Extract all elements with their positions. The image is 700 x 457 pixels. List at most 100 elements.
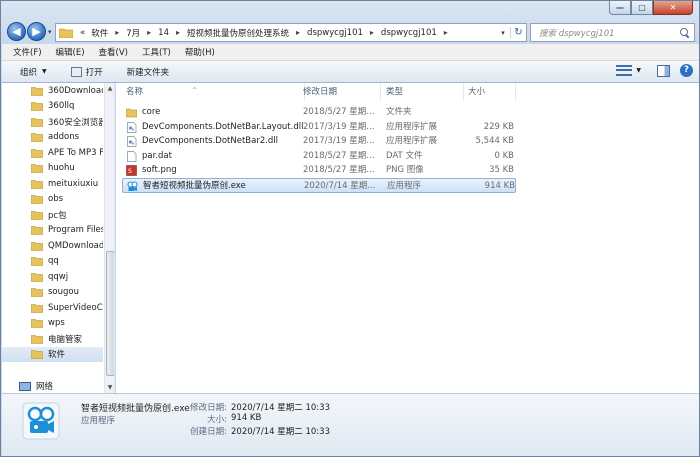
sidebar-item[interactable]: 360安全浏览器 xyxy=(2,114,103,130)
scroll-up-icon[interactable]: ▲ xyxy=(105,83,114,94)
file-name: 智者短视频批量伪原创.exe xyxy=(143,181,246,191)
menu-tools[interactable]: 工具(T) xyxy=(135,46,178,58)
folder-icon xyxy=(31,319,43,329)
back-arrow-icon[interactable]: ◀ xyxy=(7,22,26,41)
sidebar-item[interactable]: 软件 xyxy=(2,346,103,362)
file-row[interactable]: DevComponents.DotNetBar2.dll 2017/3/19 星期… xyxy=(122,134,516,149)
breadcrumb-item[interactable]: 7月 xyxy=(123,24,143,41)
open-icon xyxy=(70,66,82,77)
sidebar-item-label: 软件 xyxy=(48,350,66,361)
svg-text:S: S xyxy=(128,168,132,175)
details-file-type: 应用程序 xyxy=(81,416,116,426)
address-dropdown-icon[interactable]: ▾ xyxy=(496,29,510,37)
file-row[interactable]: core 2018/5/27 星期... 文件夹 xyxy=(122,105,516,120)
sidebar-item[interactable]: 电脑管家 xyxy=(2,331,103,347)
breadcrumb-overflow[interactable]: « xyxy=(77,24,88,41)
search-icon[interactable] xyxy=(680,27,690,38)
breadcrumb-separator[interactable]: ▸ xyxy=(143,28,155,37)
breadcrumb-separator[interactable]: ▸ xyxy=(172,28,184,37)
maximize-button[interactable]: □ xyxy=(631,1,653,15)
breadcrumb-item[interactable]: 软件 xyxy=(88,24,111,41)
sidebar-item[interactable]: sougou xyxy=(2,285,103,301)
sidebar-item-network[interactable]: 网络 xyxy=(2,379,103,393)
file-size: 35 KB xyxy=(489,165,514,176)
breadcrumb-item[interactable]: 14 xyxy=(155,24,172,41)
breadcrumb-separator[interactable]: ▸ xyxy=(440,28,452,37)
column-header-size[interactable]: 大小 xyxy=(464,83,516,101)
sidebar-item[interactable]: qq xyxy=(2,254,103,270)
sidebar-item[interactable]: APE To MP3 F xyxy=(2,145,103,161)
view-controls: ▼ ? xyxy=(616,64,693,77)
file-name: soft.png xyxy=(142,165,177,176)
file-date: 2017/3/19 星期... xyxy=(303,121,375,132)
breadcrumb-separator[interactable]: ▸ xyxy=(366,28,378,37)
sidebar-item[interactable]: addons xyxy=(2,130,103,146)
file-date: 2020/7/14 星期... xyxy=(304,181,376,191)
recent-pages-dropdown[interactable]: ▾ xyxy=(48,28,52,36)
change-view-icon[interactable] xyxy=(616,64,633,77)
file-row[interactable]: Ssoft.png 2018/5/27 星期... PNG 图像 35 KB xyxy=(122,163,516,178)
details-created-label: 创建日期: xyxy=(190,427,227,437)
minimize-button[interactable]: — xyxy=(609,1,631,15)
sidebar-item[interactable]: Program Files xyxy=(2,223,103,239)
sidebar-item[interactable]: QMDownload xyxy=(2,238,103,254)
navigation-scrollbar[interactable]: ▲ ▼ xyxy=(104,83,114,393)
folder-icon xyxy=(31,257,43,267)
organize-label: 组织 xyxy=(20,67,38,78)
column-header-type[interactable]: 类型 xyxy=(382,83,464,101)
view-options-dropdown[interactable]: ▼ xyxy=(636,67,641,74)
folder-icon xyxy=(31,148,43,158)
close-button[interactable]: ✕ xyxy=(653,1,693,15)
file-date: 2018/5/27 星期... xyxy=(303,107,375,117)
menu-file[interactable]: 文件(F) xyxy=(6,46,49,58)
breadcrumb-item[interactable]: dspwycgj101 xyxy=(304,24,366,41)
sidebar-item[interactable]: obs xyxy=(2,192,103,208)
sidebar-item[interactable]: SuperVideoCa xyxy=(2,300,103,316)
new-folder-button[interactable]: 新建文件夹 xyxy=(119,66,178,78)
sidebar-item[interactable]: 360llq xyxy=(2,99,103,115)
file-row[interactable]: DevComponents.DotNetBar.Layout.dll 2017/3… xyxy=(122,120,516,135)
file-row[interactable]: 智者短视频批量伪原创.exe 2020/7/14 星期... 应用程序 914 KB xyxy=(122,178,516,193)
organize-button[interactable]: 组织 ▼ xyxy=(12,66,55,78)
sidebar-item[interactable]: pc包 xyxy=(2,207,103,223)
command-bar: 组织 ▼ 打开 新建文件夹 ▼ ? xyxy=(2,61,699,83)
open-button[interactable]: 打开 xyxy=(63,66,111,78)
forward-arrow-icon[interactable]: ▶ xyxy=(27,22,46,41)
sidebar-item-label: wps xyxy=(48,318,65,329)
sidebar-item-label: pc包 xyxy=(48,210,67,221)
sidebar-item[interactable]: qqwj xyxy=(2,269,103,285)
file-row[interactable]: par.dat 2018/5/27 星期... DAT 文件 0 KB xyxy=(122,149,516,164)
sort-caret-icon: ^ xyxy=(192,87,198,94)
search-input[interactable]: 搜索 dspwycgj101 xyxy=(530,23,695,42)
sidebar-item-label: SuperVideoCa xyxy=(48,302,103,313)
refresh-icon[interactable]: ↻ xyxy=(510,27,526,38)
scrollbar-thumb[interactable] xyxy=(106,251,114,376)
file-size: 914 KB xyxy=(484,181,515,191)
preview-pane-icon[interactable] xyxy=(657,64,670,77)
navigation-pane: 360Downloads 360llq 360安全浏览器 addons APE To M… xyxy=(2,83,115,393)
column-header-name[interactable]: 名称 ^ xyxy=(122,83,305,101)
file-date: 2018/5/27 星期... xyxy=(303,165,375,176)
menu-edit[interactable]: 编辑(E) xyxy=(49,46,92,58)
sidebar-item-label: 360Downloads xyxy=(48,85,103,96)
title-bar: — □ ✕ ◀ ▶ ▾ « 软件 ▸ 7月 ▸ 14 ▸ 短视频批量伪原创处理系… xyxy=(1,1,699,43)
sidebar-item[interactable]: wps xyxy=(2,316,103,332)
scroll-down-icon[interactable]: ▼ xyxy=(105,382,114,393)
breadcrumb-item[interactable]: dspwycgj101 xyxy=(378,24,440,41)
folder-icon xyxy=(31,117,43,127)
breadcrumb-separator[interactable]: ▸ xyxy=(292,28,304,37)
sidebar-item[interactable]: 360Downloads xyxy=(2,83,103,99)
breadcrumb-item[interactable]: 短视频批量伪原创处理系统 xyxy=(184,24,292,41)
menu-help[interactable]: 帮助(H) xyxy=(178,46,222,58)
folder-icon xyxy=(31,303,43,313)
column-header-label: 名称 xyxy=(126,87,144,97)
address-bar[interactable]: « 软件 ▸ 7月 ▸ 14 ▸ 短视频批量伪原创处理系统 ▸ dspwycgj… xyxy=(55,23,527,42)
menu-view[interactable]: 查看(V) xyxy=(92,46,135,58)
sidebar-item[interactable]: huohu xyxy=(2,161,103,177)
file-date: 2018/5/27 星期... xyxy=(303,150,375,161)
column-header-date[interactable]: 修改日期 xyxy=(299,83,381,101)
folder-tree: 360Downloads 360llq 360安全浏览器 addons APE To M… xyxy=(2,83,103,362)
help-icon[interactable]: ? xyxy=(680,64,693,77)
sidebar-item[interactable]: meituxiuxiu xyxy=(2,176,103,192)
breadcrumb-separator[interactable]: ▸ xyxy=(111,28,123,37)
